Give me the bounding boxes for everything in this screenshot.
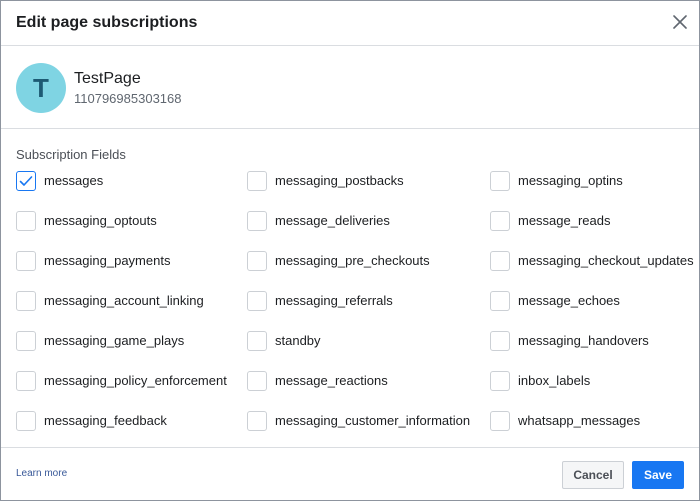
field-label: standby bbox=[275, 333, 321, 348]
field-label: messaging_payments bbox=[44, 253, 171, 268]
field-label: messaging_handovers bbox=[518, 333, 649, 348]
checkbox[interactable] bbox=[16, 251, 36, 271]
field-label: messaging_policy_enforcement bbox=[44, 373, 227, 388]
subscription-field-messaging-handovers[interactable]: messaging_handovers bbox=[490, 331, 700, 371]
field-label: messaging_optouts bbox=[44, 213, 157, 228]
field-label: messaging_feedback bbox=[44, 413, 167, 428]
avatar: T bbox=[16, 63, 66, 113]
field-label: message_reactions bbox=[275, 373, 388, 388]
dialog-header: Edit page subscriptions bbox=[1, 1, 699, 46]
checkbox[interactable] bbox=[247, 251, 267, 271]
field-label: messaging_game_plays bbox=[44, 333, 185, 348]
subscription-field-messaging-optins[interactable]: messaging_optins bbox=[490, 171, 700, 211]
subscription-fields-grid: messages messaging_postbacks messaging_opt… bbox=[16, 171, 700, 451]
subscription-field-whatsapp-messages[interactable]: whatsapp_messages bbox=[490, 411, 700, 451]
field-label: whatsapp_messages bbox=[518, 413, 641, 428]
subscription-field-message-reads[interactable]: message_reads bbox=[490, 211, 700, 251]
edit-subscriptions-dialog: Edit page subscriptions T TestPage 11079… bbox=[0, 0, 700, 501]
field-label: messaging_referrals bbox=[275, 293, 393, 308]
subscription-field-standby[interactable]: standby bbox=[247, 331, 490, 371]
subscription-field-message-reactions[interactable]: message_reactions bbox=[247, 371, 490, 411]
subscription-field-inbox-labels[interactable]: inbox_labels bbox=[490, 371, 700, 411]
checkbox[interactable] bbox=[490, 171, 510, 191]
subscription-field-messaging-referrals[interactable]: messaging_referrals bbox=[247, 291, 490, 331]
checkbox[interactable] bbox=[247, 211, 267, 231]
subscription-fields-label: Subscription Fields bbox=[16, 147, 126, 162]
dialog-footer: Learn more Cancel Save bbox=[1, 449, 699, 500]
dialog-title: Edit page subscriptions bbox=[16, 14, 198, 31]
page-info: T TestPage 110796985303168 bbox=[1, 47, 699, 129]
page-name: TestPage bbox=[74, 70, 141, 87]
field-label: messaging_optins bbox=[518, 173, 623, 188]
learn-more-link[interactable]: Learn more bbox=[16, 468, 67, 479]
subscription-field-messaging-payments[interactable]: messaging_payments bbox=[16, 251, 247, 291]
subscription-field-messages[interactable]: messages bbox=[16, 171, 247, 211]
subscription-fields-section: Subscription Fields messages messaging_po… bbox=[1, 130, 699, 448]
checkbox[interactable] bbox=[16, 411, 36, 431]
subscription-field-messaging-optouts[interactable]: messaging_optouts bbox=[16, 211, 247, 251]
save-button[interactable]: Save bbox=[632, 461, 684, 489]
checkmark-icon bbox=[19, 176, 33, 186]
field-label: messaging_checkout_updates bbox=[518, 253, 694, 268]
checkbox[interactable] bbox=[490, 371, 510, 391]
field-label: messages bbox=[44, 173, 104, 188]
checkbox[interactable] bbox=[247, 291, 267, 311]
field-label: messaging_postbacks bbox=[275, 173, 404, 188]
checkbox[interactable] bbox=[490, 331, 510, 351]
subscription-field-message-echoes[interactable]: message_echoes bbox=[490, 291, 700, 331]
field-label: messaging_customer_information bbox=[275, 413, 471, 428]
field-label: messaging_account_linking bbox=[44, 293, 204, 308]
field-label: messaging_pre_checkouts bbox=[275, 253, 430, 268]
close-button[interactable] bbox=[670, 12, 690, 32]
field-label: message_deliveries bbox=[275, 213, 390, 228]
field-label: message_reads bbox=[518, 213, 611, 228]
checkbox[interactable] bbox=[490, 291, 510, 311]
checkbox[interactable] bbox=[16, 331, 36, 351]
subscription-field-messaging-checkout-updates[interactable]: messaging_checkout_updates bbox=[490, 251, 700, 291]
checkbox[interactable] bbox=[490, 251, 510, 271]
checkbox[interactable] bbox=[16, 171, 36, 191]
field-label: inbox_labels bbox=[518, 373, 591, 388]
checkbox[interactable] bbox=[16, 371, 36, 391]
subscription-field-messaging-policy-enforcement[interactable]: messaging_policy_enforcement bbox=[16, 371, 247, 411]
subscription-field-messaging-feedback[interactable]: messaging_feedback bbox=[16, 411, 247, 451]
subscription-field-messaging-game-plays[interactable]: messaging_game_plays bbox=[16, 331, 247, 371]
checkbox[interactable] bbox=[16, 291, 36, 311]
page-id: 110796985303168 bbox=[74, 91, 182, 106]
checkbox[interactable] bbox=[247, 331, 267, 351]
checkbox[interactable] bbox=[490, 411, 510, 431]
field-label: message_echoes bbox=[518, 293, 620, 308]
checkbox[interactable] bbox=[490, 211, 510, 231]
subscription-field-messaging-pre-checkouts[interactable]: messaging_pre_checkouts bbox=[247, 251, 490, 291]
checkbox[interactable] bbox=[247, 171, 267, 191]
subscription-field-message-deliveries[interactable]: message_deliveries bbox=[247, 211, 490, 251]
checkbox[interactable] bbox=[16, 211, 36, 231]
subscription-field-messaging-customer-information[interactable]: messaging_customer_information bbox=[247, 411, 490, 451]
close-icon bbox=[673, 15, 687, 29]
cancel-button[interactable]: Cancel bbox=[562, 461, 624, 489]
subscription-field-messaging-account-linking[interactable]: messaging_account_linking bbox=[16, 291, 247, 331]
checkbox[interactable] bbox=[247, 411, 267, 431]
checkbox[interactable] bbox=[247, 371, 267, 391]
subscription-field-messaging-postbacks[interactable]: messaging_postbacks bbox=[247, 171, 490, 211]
